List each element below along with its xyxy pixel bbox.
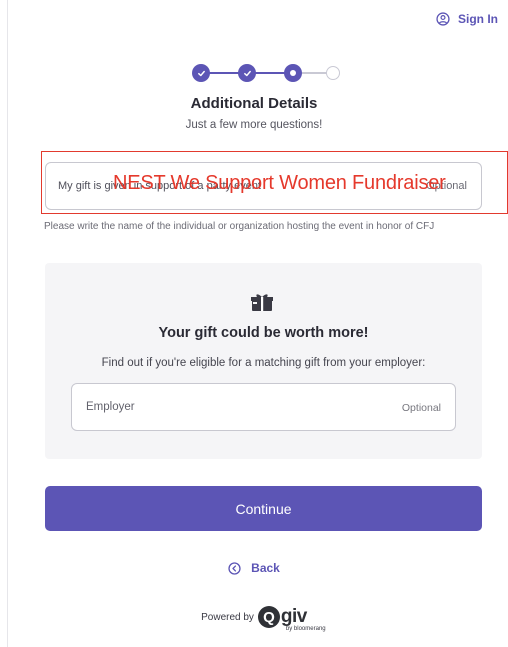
user-circle-icon <box>436 12 450 26</box>
step-connector <box>298 72 328 74</box>
step-connector <box>252 72 288 74</box>
matching-gift-subtitle: Find out if you're eligible for a matchi… <box>101 357 426 369</box>
qgiv-logo[interactable]: Q giv by bloomerang <box>257 606 326 632</box>
step-4-pending <box>326 66 340 80</box>
employer-placeholder: Employer <box>86 401 135 413</box>
page-subtitle: Just a few more questions! <box>185 119 323 131</box>
step-3-current <box>284 64 302 82</box>
powered-by-label: Powered by <box>201 611 254 623</box>
step-connector <box>206 72 242 74</box>
back-button[interactable]: Back <box>0 561 508 575</box>
honor-event-overlay-value: NEST We Support Women Fundraiser <box>113 172 446 194</box>
donation-page: Sign In Additional Details Just a few mo… <box>0 0 508 647</box>
step-2-complete <box>238 64 256 82</box>
back-label: Back <box>251 561 280 575</box>
check-icon <box>243 70 251 76</box>
matching-gift-card: Your gift could be worth more! Find out … <box>45 263 482 459</box>
employer-input[interactable]: Employer Optional <box>71 383 456 431</box>
employer-optional: Optional <box>401 402 441 414</box>
qgiv-by-line: by bloomerang <box>285 626 326 632</box>
chevron-left-circle-icon <box>228 561 241 575</box>
sign-in-label: Sign In <box>458 12 498 26</box>
qgiv-q-mark: Q <box>257 606 280 628</box>
honor-event-input[interactable]: My gift is given in support of a party e… <box>45 162 482 210</box>
progress-stepper <box>192 64 342 82</box>
check-icon <box>197 70 205 76</box>
page-title: Additional Details <box>190 95 318 112</box>
powered-by-footer: Powered by Q giv by bloomerang <box>0 606 508 632</box>
qgiv-wordmark: giv <box>280 606 307 627</box>
continue-button[interactable]: Continue <box>45 486 482 531</box>
sign-in-link[interactable]: Sign In <box>436 12 498 26</box>
gift-box-icon <box>251 294 273 311</box>
matching-gift-title: Your gift could be worth more! <box>158 325 369 341</box>
honor-event-help: Please write the name of the individual … <box>44 221 435 232</box>
current-dot <box>290 70 296 76</box>
step-1-complete <box>192 64 210 82</box>
